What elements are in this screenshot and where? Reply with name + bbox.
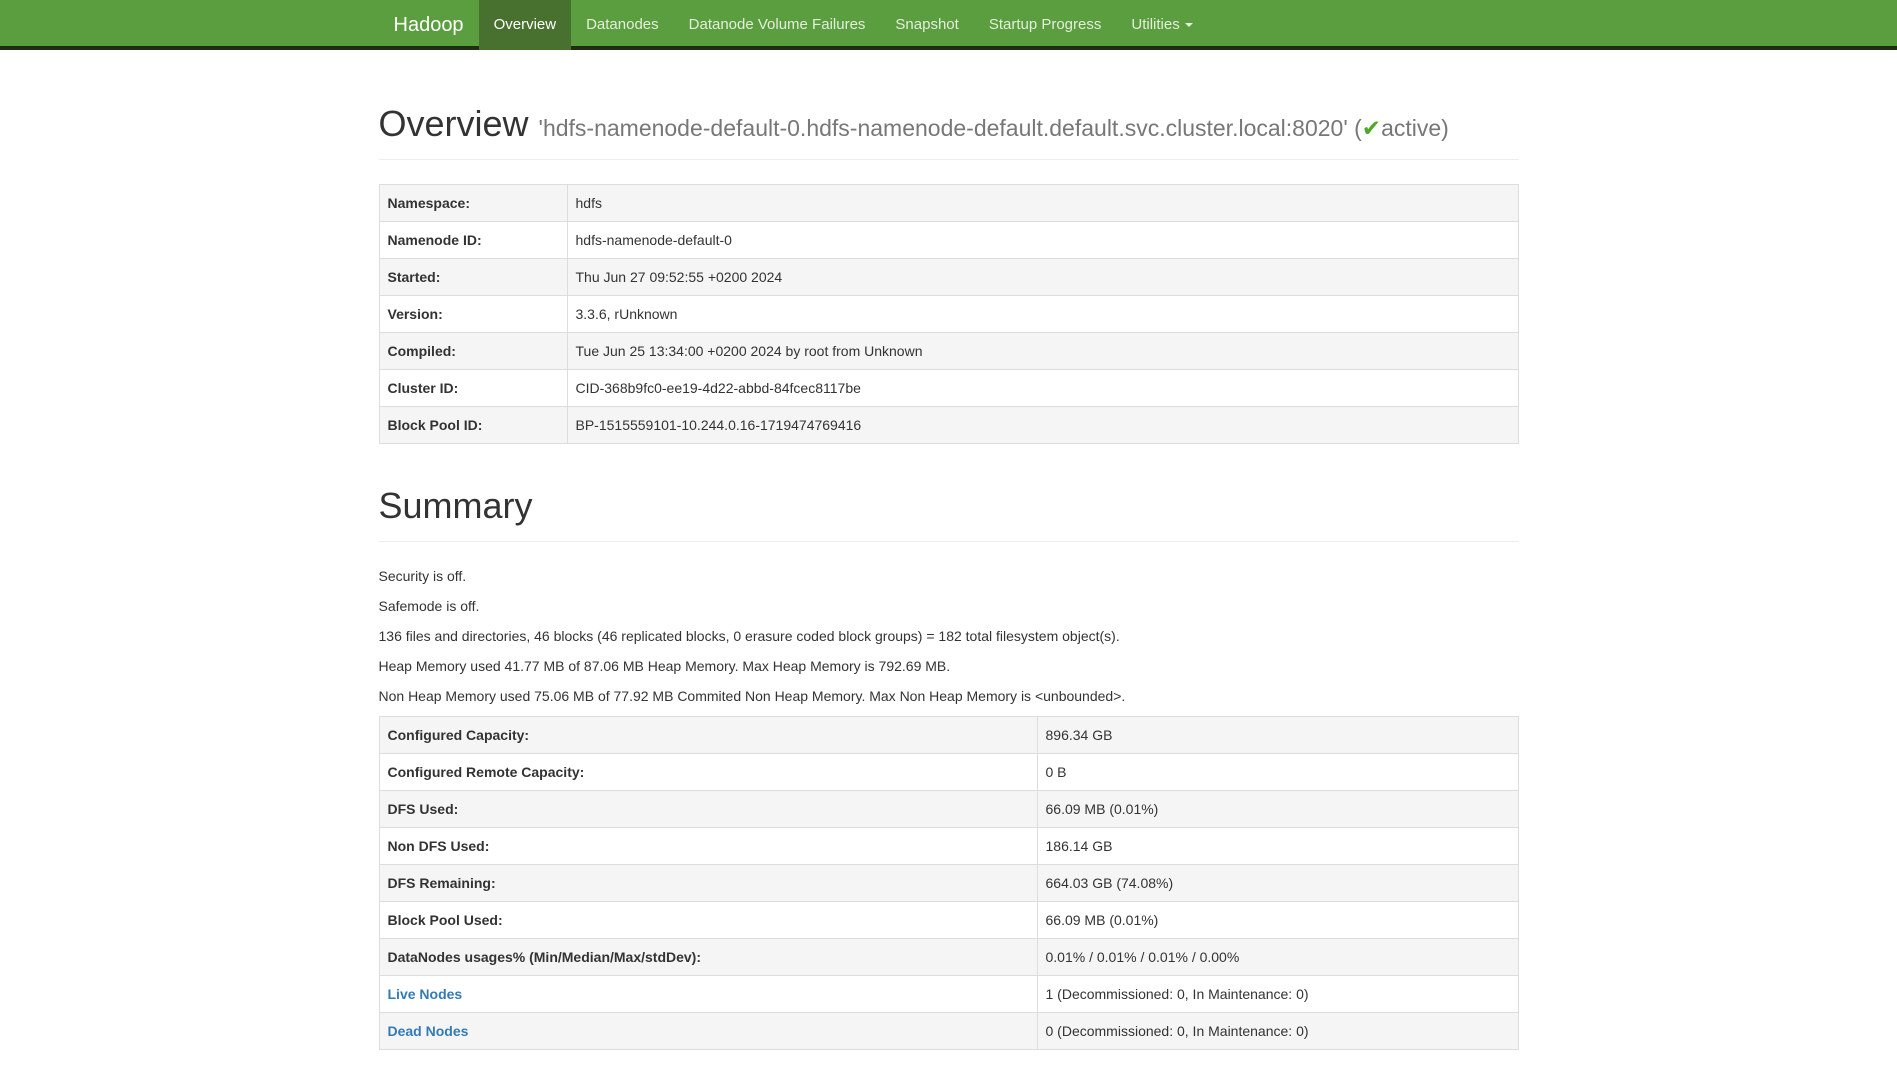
- nav-link-startup-progress[interactable]: Startup Progress: [974, 0, 1117, 50]
- row-label: Version:: [379, 296, 567, 333]
- overview-header: Overview 'hdfs-namenode-default-0.hdfs-n…: [379, 102, 1519, 160]
- nav-item-overview: Overview: [479, 0, 572, 50]
- row-value: Thu Jun 27 09:52:55 +0200 2024: [567, 259, 1518, 296]
- nav-item-datanode-volume-failures: Datanode Volume Failures: [674, 0, 881, 50]
- table-row: DataNodes usages% (Min/Median/Max/stdDev…: [379, 939, 1518, 976]
- row-value: CID-368b9fc0-ee19-4d22-abbd-84fcec8117be: [567, 370, 1518, 407]
- row-label: Non DFS Used:: [379, 828, 1037, 865]
- row-value: 664.03 GB (74.08%): [1037, 865, 1518, 902]
- live-nodes-link[interactable]: Live Nodes: [388, 986, 463, 1002]
- nav-link-overview[interactable]: Overview: [479, 0, 572, 50]
- table-row: Live Nodes 1 (Decommissioned: 0, In Main…: [379, 976, 1518, 1013]
- nav-link-snapshot[interactable]: Snapshot: [880, 0, 973, 50]
- table-row: Namespace: hdfs: [379, 185, 1518, 222]
- row-value: 3.3.6, rUnknown: [567, 296, 1518, 333]
- row-value: 66.09 MB (0.01%): [1037, 791, 1518, 828]
- row-label: Cluster ID:: [379, 370, 567, 407]
- table-row: Cluster ID: CID-368b9fc0-ee19-4d22-abbd-…: [379, 370, 1518, 407]
- nav-link-utilities-dropdown[interactable]: Utilities: [1116, 0, 1207, 50]
- summary-line-filesystem-objects: 136 files and directories, 46 blocks (46…: [379, 626, 1519, 646]
- summary-header: Summary: [379, 484, 1519, 542]
- row-value: 0 (Decommissioned: 0, In Maintenance: 0): [1037, 1013, 1518, 1050]
- namenode-address: 'hdfs-namenode-default-0.hdfs-namenode-d…: [539, 115, 1449, 141]
- namenode-address-text: 'hdfs-namenode-default-0.hdfs-namenode-d…: [539, 115, 1348, 141]
- page-title: Overview 'hdfs-namenode-default-0.hdfs-n…: [379, 102, 1519, 145]
- top-navbar: Hadoop Overview Datanodes Datanode Volum…: [0, 0, 1897, 50]
- row-value: 186.14 GB: [1037, 828, 1518, 865]
- summary-line-safemode: Safemode is off.: [379, 596, 1519, 616]
- nav-item-snapshot: Snapshot: [880, 0, 973, 50]
- row-value: Tue Jun 25 13:34:00 +0200 2024 by root f…: [567, 333, 1518, 370]
- summary-section: Summary Security is off. Safemode is off…: [379, 484, 1519, 1050]
- cluster-info-table: Namespace: hdfs Namenode ID: hdfs-nameno…: [379, 184, 1519, 444]
- row-value: BP-1515559101-10.244.0.16-1719474769416: [567, 407, 1518, 444]
- dead-nodes-link[interactable]: Dead Nodes: [388, 1023, 469, 1039]
- row-value: 0.01% / 0.01% / 0.01% / 0.00%: [1037, 939, 1518, 976]
- brand-hadoop[interactable]: Hadoop: [379, 0, 479, 50]
- nav-link-datanode-volume-failures[interactable]: Datanode Volume Failures: [674, 0, 881, 50]
- main-nav: Overview Datanodes Datanode Volume Failu…: [479, 0, 1208, 50]
- row-label: Block Pool ID:: [379, 407, 567, 444]
- namenode-state: (✔active): [1354, 115, 1449, 141]
- summary-line-security: Security is off.: [379, 566, 1519, 586]
- table-row: Started: Thu Jun 27 09:52:55 +0200 2024: [379, 259, 1518, 296]
- row-value: hdfs: [567, 185, 1518, 222]
- check-icon: ✔: [1362, 115, 1381, 141]
- nav-link-datanodes[interactable]: Datanodes: [571, 0, 674, 50]
- summary-line-non-heap-memory: Non Heap Memory used 75.06 MB of 77.92 M…: [379, 686, 1519, 706]
- row-value: 0 B: [1037, 754, 1518, 791]
- state-open-paren: (: [1354, 115, 1362, 141]
- table-row: DFS Used: 66.09 MB (0.01%): [379, 791, 1518, 828]
- caret-down-icon: [1185, 23, 1193, 27]
- page-title-text: Overview: [379, 103, 529, 144]
- table-row: Namenode ID: hdfs-namenode-default-0: [379, 222, 1518, 259]
- nav-item-startup-progress: Startup Progress: [974, 0, 1117, 50]
- row-value: 1 (Decommissioned: 0, In Maintenance: 0): [1037, 976, 1518, 1013]
- table-row: Version: 3.3.6, rUnknown: [379, 296, 1518, 333]
- row-label: Configured Remote Capacity:: [379, 754, 1037, 791]
- summary-line-heap-memory: Heap Memory used 41.77 MB of 87.06 MB He…: [379, 656, 1519, 676]
- row-label: Block Pool Used:: [379, 902, 1037, 939]
- state-label: active): [1381, 115, 1449, 141]
- row-value: 66.09 MB (0.01%): [1037, 902, 1518, 939]
- table-row: DFS Remaining: 664.03 GB (74.08%): [379, 865, 1518, 902]
- summary-table: Configured Capacity: 896.34 GB Configure…: [379, 716, 1519, 1050]
- summary-title: Summary: [379, 484, 1519, 527]
- nav-link-utilities-label: Utilities: [1131, 16, 1179, 33]
- row-value: 896.34 GB: [1037, 717, 1518, 754]
- row-label: Namenode ID:: [379, 222, 567, 259]
- row-label: Live Nodes: [379, 976, 1037, 1013]
- table-row: Compiled: Tue Jun 25 13:34:00 +0200 2024…: [379, 333, 1518, 370]
- table-row: Block Pool ID: BP-1515559101-10.244.0.16…: [379, 407, 1518, 444]
- row-label: Configured Capacity:: [379, 717, 1037, 754]
- row-value: hdfs-namenode-default-0: [567, 222, 1518, 259]
- navbar-container: Hadoop Overview Datanodes Datanode Volum…: [364, 0, 1534, 50]
- row-label: Dead Nodes: [379, 1013, 1037, 1050]
- page-content: Overview 'hdfs-namenode-default-0.hdfs-n…: [364, 50, 1534, 1050]
- nav-item-utilities: Utilities: [1116, 0, 1207, 50]
- table-row: Block Pool Used: 66.09 MB (0.01%): [379, 902, 1518, 939]
- table-row: Dead Nodes 0 (Decommissioned: 0, In Main…: [379, 1013, 1518, 1050]
- row-label: DFS Remaining:: [379, 865, 1037, 902]
- nav-item-datanodes: Datanodes: [571, 0, 674, 50]
- table-row: Non DFS Used: 186.14 GB: [379, 828, 1518, 865]
- row-label: Namespace:: [379, 185, 567, 222]
- row-label: Started:: [379, 259, 567, 296]
- table-row: Configured Capacity: 896.34 GB: [379, 717, 1518, 754]
- row-label: Compiled:: [379, 333, 567, 370]
- row-label: DFS Used:: [379, 791, 1037, 828]
- table-row: Configured Remote Capacity: 0 B: [379, 754, 1518, 791]
- row-label: DataNodes usages% (Min/Median/Max/stdDev…: [379, 939, 1037, 976]
